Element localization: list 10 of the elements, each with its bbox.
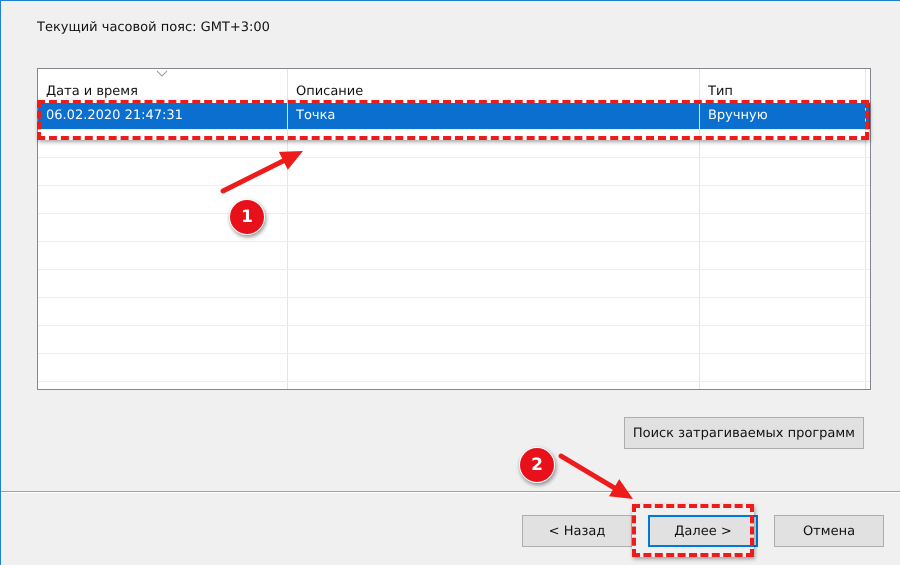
wizard-button[interactable]: Далее > — [648, 515, 758, 547]
table-cell: Точка — [288, 103, 700, 129]
table-row[interactable]: 06.02.2020 21:47:31 Точка Вручную — [38, 103, 870, 130]
step-number: 2 — [519, 447, 555, 483]
table-cell: 06.02.2020 21:47:31 — [38, 103, 288, 129]
search-programs-button[interactable]: Поиск затрагиваемых программ — [624, 417, 864, 449]
wizard-button[interactable]: Отмена — [774, 515, 884, 547]
wizard-button[interactable]: < Назад — [522, 515, 632, 547]
table-cell: Вручную — [700, 103, 866, 129]
timezone-label: Текущий часовой пояс: GMT+3:00 — [37, 19, 270, 37]
